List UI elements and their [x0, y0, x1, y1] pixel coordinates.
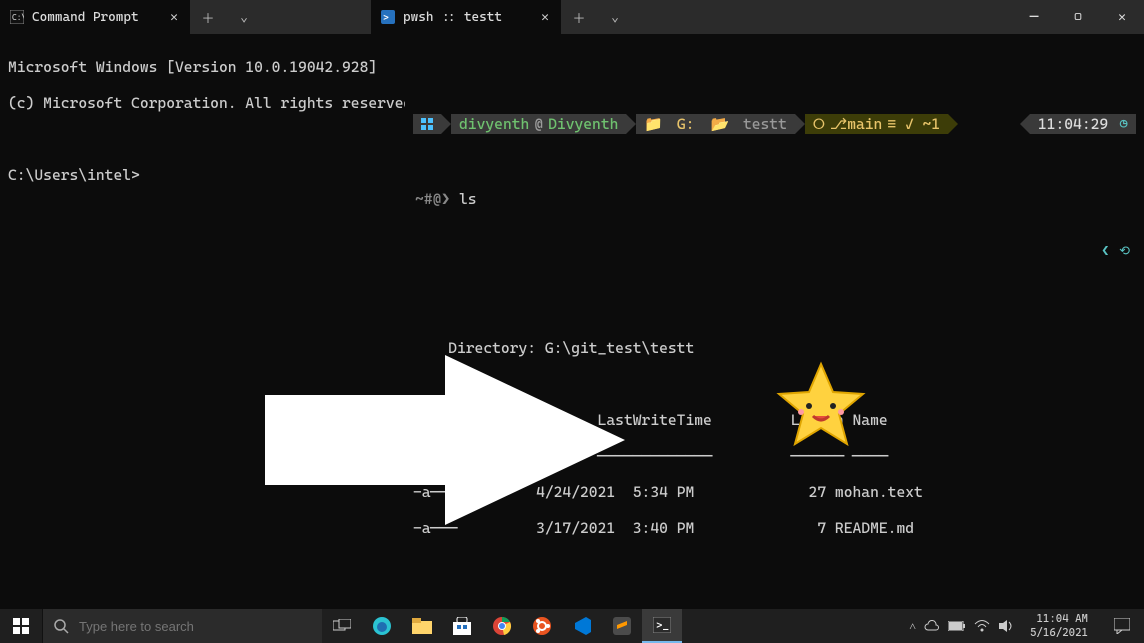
pwsh-pane[interactable]: divyenth@Divyenth 📁 G: 📂 testt ⭘ ⎇main ≡…: [405, 34, 1144, 609]
panes: Microsoft Windows [Version 10.0.19042.92…: [0, 34, 1144, 609]
cmd-prompt: C:\Users\intel>: [8, 166, 397, 184]
new-tab-button[interactable]: ＋: [561, 0, 597, 34]
tray-overflow-icon[interactable]: ˄: [909, 619, 916, 634]
tray-volume-icon[interactable]: [998, 619, 1014, 633]
powerline-1: divyenth@Divyenth 📁 G: 📂 testt ⭘ ⎇main ≡…: [413, 114, 1136, 134]
seg-time: 11:04:29◷: [1030, 114, 1136, 134]
taskbar-time: 11:04 AM: [1030, 612, 1088, 626]
ls-row: -a─── 3/17/2021 3:40 PM 7 README.md: [413, 519, 1136, 537]
tab-cmd[interactable]: C:\ Command Prompt ✕: [0, 0, 190, 34]
app-sublime[interactable]: [602, 609, 642, 643]
seg-user: divyenth@Divyenth: [451, 114, 626, 134]
taskbar-date: 5/16/2021: [1030, 626, 1088, 640]
search-icon: [53, 618, 69, 634]
seg-git: ⭘ ⎇main ≡ ✓ ~1: [805, 114, 948, 134]
app-vscode[interactable]: [562, 609, 602, 643]
svg-text:C:\: C:\: [12, 13, 24, 22]
tab-title: Command Prompt: [32, 10, 158, 25]
tab-dropdown-button[interactable]: ⌄: [597, 0, 633, 34]
host-name: Divyenth: [548, 114, 618, 134]
cmd-banner-2: (c) Microsoft Corporation. All rights re…: [8, 94, 397, 112]
taskbar-search[interactable]: [42, 609, 322, 643]
close-icon[interactable]: ✕: [166, 9, 182, 25]
seg-path: 📂 testt: [702, 114, 794, 134]
tray-wifi-icon[interactable]: [974, 620, 990, 632]
os-icon: [413, 114, 441, 134]
ls-row: -a─── 4/24/2021 5:34 PM 27 mohan.text: [413, 483, 1136, 501]
seg-drive: 📁 G:: [636, 114, 702, 134]
window-close[interactable]: ✕: [1100, 0, 1144, 34]
user-name: divyenth: [459, 114, 529, 134]
pwsh-cmd-1: ~#@❯ ls: [415, 190, 1136, 208]
tab-dropdown-button[interactable]: ⌄: [226, 0, 262, 34]
notifications-button[interactable]: [1104, 618, 1140, 634]
start-button[interactable]: [0, 618, 42, 634]
close-icon[interactable]: ✕: [537, 9, 553, 25]
search-input[interactable]: [79, 619, 312, 634]
app-chrome[interactable]: [482, 609, 522, 643]
status-icons: ❮⟲: [413, 244, 1136, 259]
titlebar: C:\ Command Prompt ✕ ＋ ⌄ > pwsh :: testt…: [0, 0, 1144, 34]
app-explorer[interactable]: [402, 609, 442, 643]
app-terminal[interactable]: >_: [642, 609, 682, 643]
tab-pwsh[interactable]: > pwsh :: testt ✕: [371, 0, 561, 34]
taskbar: >_ ˄ 11:04 AM 5/16/2021: [0, 609, 1144, 643]
tab-title: pwsh :: testt: [403, 10, 529, 25]
app-store[interactable]: [442, 609, 482, 643]
tray-battery-icon[interactable]: [948, 621, 966, 631]
cmd-icon: C:\: [10, 10, 24, 24]
ls-columns: Mode LastWriteTime Length Name: [413, 411, 1136, 429]
window-maximize[interactable]: ▢: [1056, 0, 1100, 34]
system-tray[interactable]: ˄ 11:04 AM 5/16/2021: [905, 612, 1144, 640]
ls-rules: ──── ───────────── ────── ────: [413, 447, 1136, 465]
ls-dir-header: Directory: G:\git_test\testt: [413, 339, 1136, 357]
task-view-button[interactable]: [322, 609, 362, 643]
new-tab-button[interactable]: ＋: [190, 0, 226, 34]
tray-cloud-icon[interactable]: [924, 620, 940, 632]
window-minimize[interactable]: ─: [1012, 0, 1056, 34]
taskbar-clock[interactable]: 11:04 AM 5/16/2021: [1022, 612, 1096, 640]
cmd-banner-1: Microsoft Windows [Version 10.0.19042.92…: [8, 58, 397, 76]
app-edge[interactable]: [362, 609, 402, 643]
svg-text:>: >: [383, 13, 389, 24]
svg-text:>_: >_: [656, 619, 669, 632]
app-ubuntu[interactable]: [522, 609, 562, 643]
cmd-pane[interactable]: Microsoft Windows [Version 10.0.19042.92…: [0, 34, 405, 609]
powershell-icon: >: [381, 10, 395, 24]
